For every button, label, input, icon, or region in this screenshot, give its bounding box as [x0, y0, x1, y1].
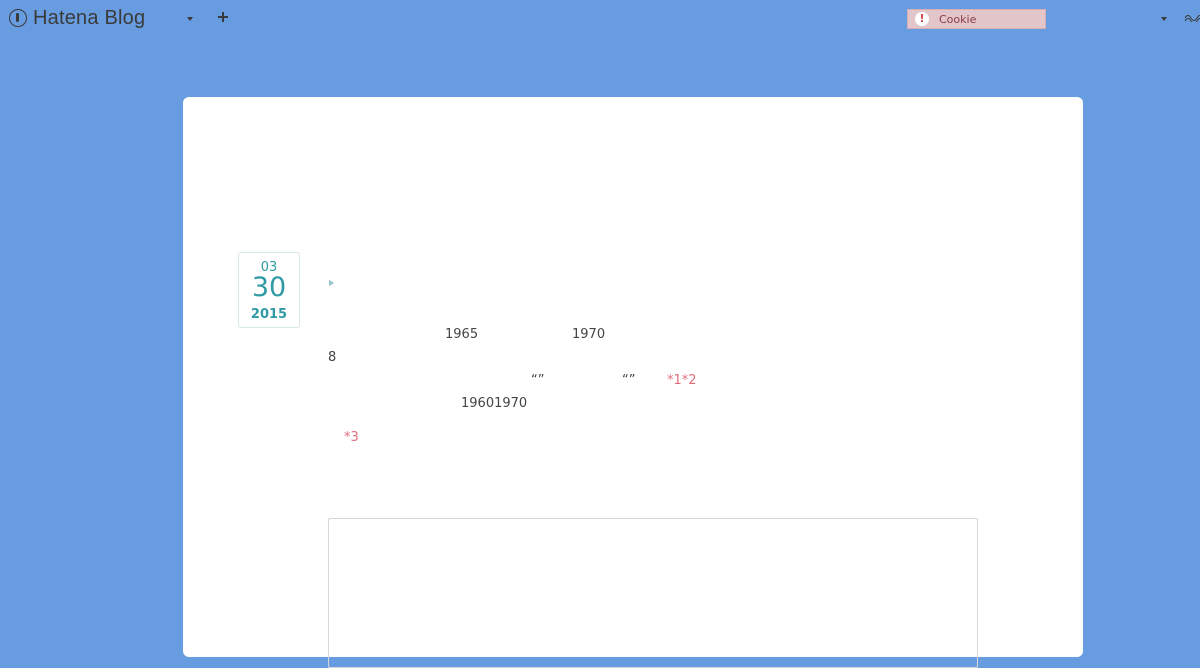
years-range-text: 19601970 — [461, 396, 528, 411]
warning-icon: ! — [915, 12, 929, 26]
hatena-logo-icon — [9, 9, 27, 27]
quote-text: “” — [622, 373, 636, 388]
footnote-link[interactable]: *3 — [344, 430, 359, 445]
cookie-notice[interactable]: ! Cookie — [907, 9, 1046, 29]
cookie-notice-text: Cookie — [939, 12, 977, 26]
embed-box — [328, 518, 978, 668]
chevron-down-icon[interactable] — [1161, 17, 1167, 21]
year-text: 1970 — [572, 327, 606, 342]
footnote-link[interactable]: *1*2 — [667, 373, 697, 388]
plus-icon[interactable] — [217, 11, 229, 23]
quote-text: “” — [531, 373, 545, 388]
hatena-blog-logo[interactable]: Hatena Blog — [9, 6, 145, 30]
date-year: 2015 — [250, 307, 288, 322]
category-arrow-icon — [329, 280, 334, 286]
logo-text: Hatena Blog — [33, 6, 146, 29]
global-header: Hatena Blog ! Cookie — [0, 0, 1200, 38]
wave-icon[interactable] — [1184, 12, 1200, 22]
date-day: 30 — [251, 272, 287, 303]
entry-card: 03 30 2015 1965 1970 8 “” “” *1*2 196019… — [183, 97, 1083, 668]
chevron-down-icon[interactable] — [187, 17, 193, 21]
year-text: 1965 — [445, 327, 479, 342]
entry-date[interactable]: 03 30 2015 — [238, 252, 300, 328]
number-text: 8 — [328, 350, 337, 365]
